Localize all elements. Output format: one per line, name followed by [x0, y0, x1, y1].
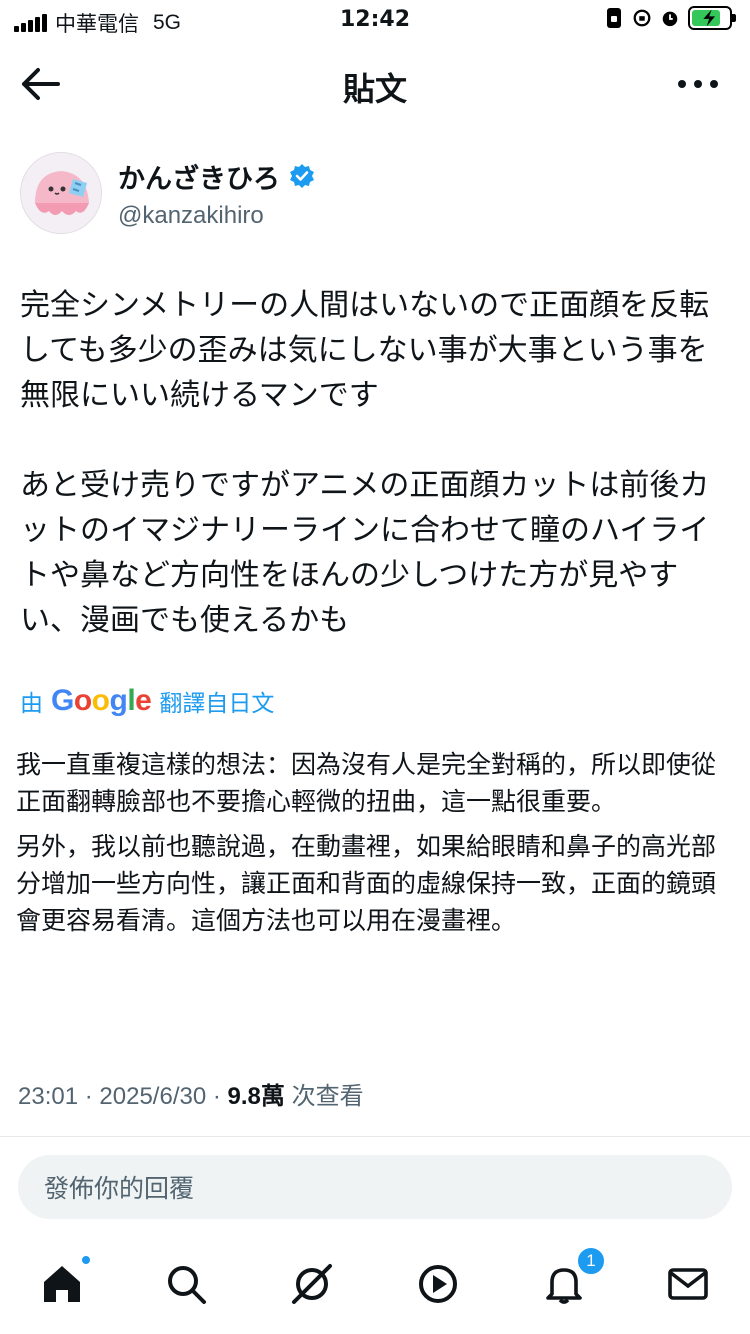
more-dot-icon — [678, 80, 686, 88]
author-meta: かんざきひろ @kanzakihiro — [118, 157, 316, 230]
author-block: かんざきひろ @kanzakihiro — [20, 152, 316, 234]
tab-video[interactable] — [416, 1262, 464, 1310]
display-name-row[interactable]: かんざきひろ — [118, 157, 316, 196]
display-name: かんざきひろ — [118, 163, 280, 195]
tweet-time: 23:01 — [18, 1083, 79, 1110]
tab-grok[interactable] — [290, 1262, 338, 1310]
tweet-paragraph: 完全シンメトリーの人間はいないので正面顔を反転しても多少の歪みは気にしない事が大… — [20, 288, 710, 413]
reply-input[interactable]: 發佈你的回覆 — [18, 1155, 732, 1219]
video-icon — [419, 1265, 457, 1303]
divider — [0, 1136, 750, 1137]
tab-search[interactable] — [164, 1262, 212, 1310]
translated-body: 我一直重複這樣的想法：因為沒有人是完全對稱的，所以即使從正面翻轉臉部也不要擔心輕… — [16, 746, 730, 947]
rotation-lock-icon — [632, 7, 652, 29]
translated-paragraph: 我一直重複這樣的想法：因為沒有人是完全對稱的，所以即使從正面翻轉臉部也不要擔心輕… — [16, 750, 717, 816]
alarm-icon — [660, 7, 680, 29]
status-right — [604, 6, 736, 30]
translation-attribution[interactable]: 由 Google 翻譯自日文 — [20, 684, 274, 718]
view-count[interactable]: 9.8萬 — [228, 1083, 285, 1110]
meta-separator: · — [212, 1083, 221, 1110]
view-label: 次查看 — [291, 1083, 364, 1110]
more-dot-icon — [694, 80, 702, 88]
tweet-paragraph: あと受け売りですがアニメの正面顔カットは前後カットのイマジナリーラインに合わせて… — [20, 468, 710, 638]
verified-badge-icon — [290, 164, 314, 188]
home-icon — [44, 1266, 80, 1302]
tweet-body: 完全シンメトリーの人間はいないので正面顔を反転しても多少の歪みは気にしない事が大… — [20, 283, 732, 688]
more-options-button[interactable] — [678, 70, 724, 98]
tweet-meta: 23:01 · 2025/6/30 · 9.8萬 次查看 — [18, 1076, 364, 1111]
tab-notifications[interactable]: 1 — [542, 1246, 606, 1310]
mail-icon — [668, 1268, 708, 1300]
status-bar: 中華電信 5G 12:42 — [0, 0, 750, 40]
bottom-tab-bar: 1 — [0, 1246, 750, 1334]
search-icon — [168, 1266, 206, 1304]
tweet-date: 2025/6/30 — [99, 1083, 207, 1110]
author-handle[interactable]: @kanzakihiro — [118, 202, 316, 230]
tab-messages[interactable] — [666, 1262, 714, 1310]
translated-paragraph: 另外，我以前也聽說過，在動畫裡，如果給眼睛和鼻子的高光部分增加一些方向性，讓正面… — [16, 832, 717, 935]
avatar[interactable] — [20, 152, 102, 234]
grok-icon — [292, 1264, 332, 1304]
lock-screen-icon — [604, 7, 624, 29]
page-title: 貼文 — [342, 70, 407, 108]
google-logo: Google — [51, 684, 152, 717]
translation-prefix: 由 — [20, 691, 43, 717]
translation-label: 翻譯自日文 — [159, 691, 275, 717]
home-new-dot — [80, 1254, 92, 1266]
meta-separator: · — [84, 1083, 93, 1110]
battery-icon — [688, 6, 736, 30]
tab-home[interactable] — [40, 1254, 92, 1310]
notification-badge: 1 — [576, 1246, 606, 1276]
more-dot-icon — [710, 80, 718, 88]
reply-placeholder: 發佈你的回覆 — [44, 1174, 195, 1203]
top-header: 貼文 — [0, 52, 750, 116]
